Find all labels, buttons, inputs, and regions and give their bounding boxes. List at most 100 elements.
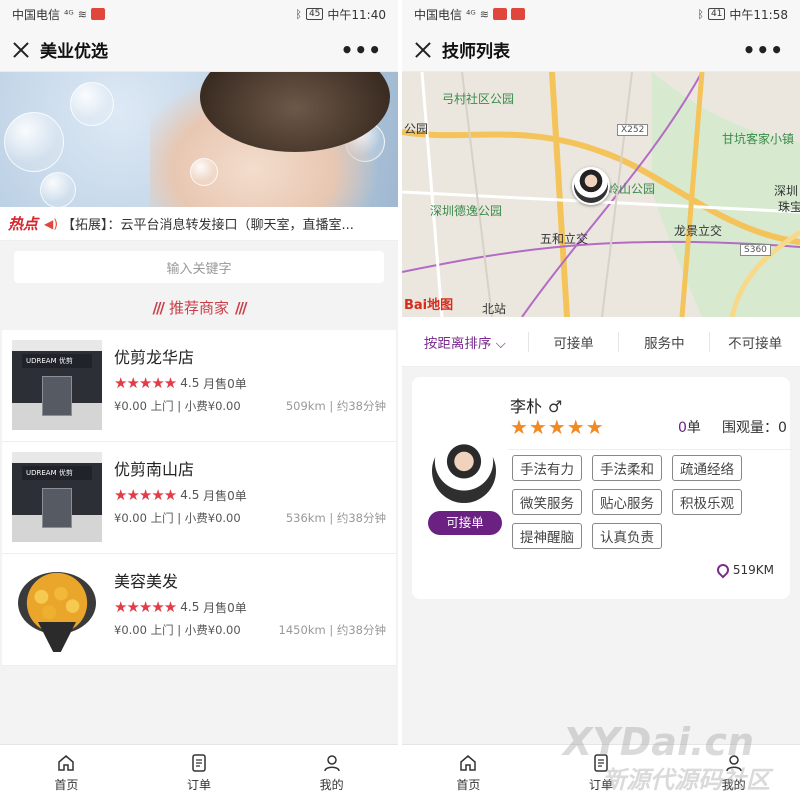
battery-icon: 41 <box>707 8 726 20</box>
clock: 中午11:58 <box>729 7 788 22</box>
carrier-label: 中国电信 <box>12 7 61 22</box>
skill-tag: 积极乐观 <box>672 489 742 515</box>
slash-decoration: /// <box>152 299 166 317</box>
store-sales: 月售0单 <box>203 600 247 615</box>
map-poi-label: 五和立交 <box>540 232 589 246</box>
hot-news-bar[interactable]: 热点 ◀) 【拓展】：云平台消息转发接口（聊天室，直播室... <box>0 207 398 241</box>
road-shield: S360 <box>740 244 771 256</box>
store-distance: 509km | 约38分钟 <box>285 399 386 413</box>
tab-available[interactable]: 可接单 <box>529 331 620 352</box>
skill-tag: 提神醒脑 <box>512 523 582 549</box>
technician-name: 李朴 <box>510 397 543 416</box>
promo-banner[interactable] <box>0 72 398 207</box>
network-icon: ⁴ᴳ <box>64 7 74 21</box>
skill-tag: 手法有力 <box>512 455 582 481</box>
clock: 中午11:40 <box>327 7 386 22</box>
bubble-decoration <box>4 112 64 172</box>
rating-stars-icon: ★★★★★ <box>114 374 177 392</box>
nav-profile[interactable]: 我的 <box>265 745 398 800</box>
order-count-unit: 单 <box>686 420 701 436</box>
hot-news-text[interactable]: 【拓展】：云平台消息转发接口（聊天室，直播室... <box>62 214 354 233</box>
map-poi-label: 深圳德逸公园 <box>430 204 503 218</box>
skill-tag: 贴心服务 <box>592 489 662 515</box>
store-door <box>42 376 72 416</box>
store-fee: ¥0.00 上门 | 小费¥0.00 <box>114 399 241 413</box>
technician-map-marker[interactable] <box>572 167 610 205</box>
store-rating: 4.5 <box>180 600 200 614</box>
store-list: UDREAM 优剪 优剪龙华店 ★★★★★ 4.5 月售0单 ¥0.00 上门 … <box>2 330 396 666</box>
view-count: 围观量：0 <box>722 420 787 436</box>
technician-avatar[interactable] <box>432 439 496 503</box>
app-badge-icon <box>493 8 508 20</box>
skill-tag: 认真负责 <box>592 523 662 549</box>
map-poi-label: 岭山公园 <box>607 182 656 196</box>
tab-sort-distance[interactable]: 按距离排序 ⌵ <box>402 331 529 352</box>
bubble-decoration <box>70 82 114 126</box>
watermark-text: XYDai.cn <box>562 720 754 764</box>
title-bar: 美业优选 ••• <box>0 28 398 72</box>
male-gender-icon: ♂ <box>548 397 563 416</box>
store-distance: 1450km | 约38分钟 <box>278 623 386 637</box>
bubble-decoration <box>190 158 218 186</box>
technician-distance: 519KM <box>714 561 774 579</box>
nav-label: 首页 <box>456 777 481 792</box>
slash-decoration: /// <box>235 299 248 317</box>
watermark-subtext: 新源代源码社区 <box>602 766 770 794</box>
order-icon <box>192 753 206 772</box>
close-icon[interactable] <box>10 39 32 61</box>
tab-unavailable[interactable]: 不可接单 <box>710 332 800 352</box>
right-phone-screen: 中国电信 ⁴ᴳ ≋ ᛒ 41 中午11:58 技师列表 ••• 弓村社区公园 甘… <box>402 0 800 800</box>
bouquet-wrap <box>38 622 76 652</box>
page-title: 美业优选 <box>40 42 108 62</box>
close-icon[interactable] <box>412 39 434 61</box>
title-bar: 技师列表 ••• <box>402 28 800 72</box>
store-sales: 月售0单 <box>203 376 247 391</box>
road-shield: X252 <box>617 124 649 136</box>
store-name: 优剪龙华店 <box>114 348 195 367</box>
store-distance: 536km | 约38分钟 <box>285 511 386 525</box>
distance-value: 519KM <box>732 563 774 577</box>
speaker-icon: ◀) <box>44 216 58 231</box>
store-image: UDREAM 优剪 <box>12 340 102 430</box>
recommended-header: ///推荐商家/// <box>0 289 398 330</box>
search-input[interactable]: 输入关键字 <box>14 251 384 283</box>
store-door <box>42 488 72 528</box>
nav-orders[interactable]: 订单 <box>133 745 266 800</box>
more-menu-icon[interactable]: ••• <box>743 38 784 62</box>
wifi-icon: ≋ <box>479 7 490 21</box>
map-poi-label: 北站 <box>482 302 507 316</box>
technician-name-row: 李朴 ♂ <box>510 393 562 417</box>
store-name: 优剪南山店 <box>114 460 195 479</box>
network-icon: ⁴ᴳ <box>466 7 476 21</box>
carrier-label: 中国电信 <box>414 7 463 22</box>
store-sign: UDREAM 优剪 <box>22 354 92 368</box>
rating-stars-icon: ★★★★★ <box>114 486 177 504</box>
store-item[interactable]: UDREAM 优剪 优剪龙华店 ★★★★★ 4.5 月售0单 ¥0.00 上门 … <box>2 330 396 442</box>
store-fee: ¥0.00 上门 | 小费¥0.00 <box>114 511 241 525</box>
store-item[interactable]: 美容美发 ★★★★★ 4.5 月售0单 ¥0.00 上门 | 小费¥0.00 1… <box>2 554 396 666</box>
store-image <box>12 564 102 654</box>
chevron-down-icon: ⌵ <box>495 335 506 352</box>
home-icon <box>58 754 75 771</box>
skill-tag: 疏通经络 <box>672 455 742 481</box>
more-menu-icon[interactable]: ••• <box>341 38 382 62</box>
map-poi-label: 甘坑客家小镇 <box>722 132 795 146</box>
store-name: 美容美发 <box>114 572 179 591</box>
status-bar: 中国电信 ⁴ᴳ ≋ ᛒ 45 中午11:40 <box>0 0 398 28</box>
nav-label: 首页 <box>54 777 79 792</box>
map-view[interactable]: 弓村社区公园 甘坑客家小镇 深圳德逸公园 五和立交 龙景立交 岭山公园 公园 北… <box>402 72 800 317</box>
store-item[interactable]: UDREAM 优剪 优剪南山店 ★★★★★ 4.5 月售0单 ¥0.00 上门 … <box>2 442 396 554</box>
tab-in-service[interactable]: 服务中 <box>619 331 711 352</box>
page-title: 技师列表 <box>442 42 510 62</box>
nav-home[interactable]: 首页 <box>402 745 535 800</box>
order-count-number: 0 <box>678 420 687 436</box>
nav-home[interactable]: 首页 <box>0 745 133 800</box>
status-bar: 中国电信 ⁴ᴳ ≋ ᛒ 41 中午11:58 <box>402 0 800 28</box>
bottom-nav: 首页 订单 我的 <box>0 744 398 800</box>
skill-tag: 微笑服务 <box>512 489 582 515</box>
map-poi-label: 龙景立交 <box>674 224 723 238</box>
technician-card[interactable]: 可接单 李朴 ♂ ★★★★★ 0单 围观量：0 手法有力 手法柔和 疏通经络 微笑… <box>412 377 794 599</box>
map-poi-label: 公园 <box>404 122 429 136</box>
section-title: 推荐商家 <box>168 299 229 317</box>
map-poi-label: 深圳 <box>774 184 799 198</box>
